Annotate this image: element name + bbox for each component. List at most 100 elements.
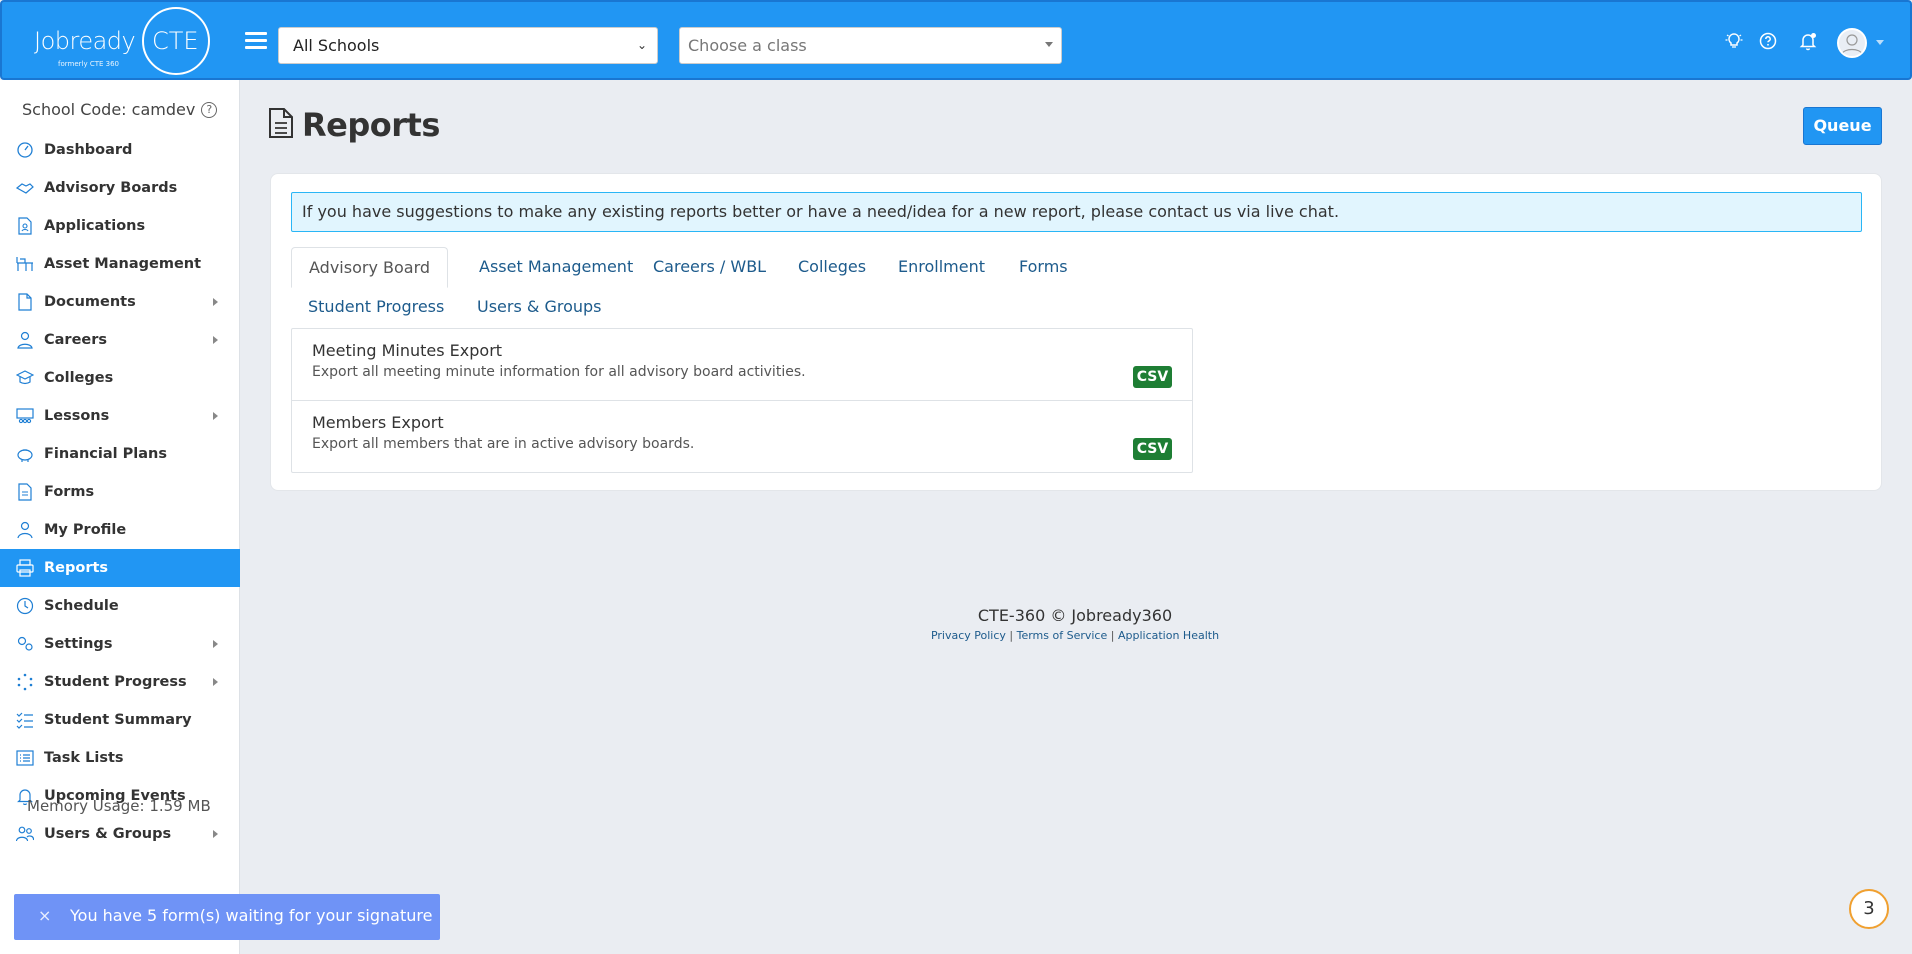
sidebar-item-task-lists[interactable]: Task Lists — [0, 739, 240, 777]
sidebar-item-label: My Profile — [44, 522, 127, 538]
chevron-right-icon — [213, 640, 218, 648]
close-icon[interactable]: × — [38, 906, 51, 925]
avatar-dropdown-caret-icon[interactable] — [1876, 40, 1884, 45]
caret-down-icon — [1045, 42, 1053, 47]
sidebar-item-label: Users & Groups — [44, 826, 172, 842]
school-select-value: All Schools — [293, 36, 380, 55]
sidebar-item-careers[interactable]: Careers — [0, 321, 240, 359]
sidebar-item-dashboard[interactable]: Dashboard — [0, 131, 240, 169]
sidebar-item-label: Settings — [44, 636, 113, 652]
sidebar-item-financial-plans[interactable]: Financial Plans — [0, 435, 240, 473]
footer: CTE-360 © Jobready360 Privacy Policy | T… — [870, 606, 1280, 642]
document-icon — [14, 291, 36, 313]
sidebar-item-student-summary[interactable]: Student Summary — [0, 701, 240, 739]
school-select[interactable]: All Schools ⌄ — [278, 27, 658, 64]
list-icon — [14, 747, 36, 769]
checklist-icon — [14, 709, 36, 731]
application-health-link[interactable]: Application Health — [1118, 629, 1219, 642]
reports-card: If you have suggestions to make any exis… — [270, 173, 1882, 491]
tab-users-groups[interactable]: Users & Groups — [460, 287, 619, 326]
footer-copyright: CTE-360 © Jobready360 — [977, 606, 1173, 625]
sidebar-item-label: Applications — [44, 218, 146, 234]
clock-icon — [14, 595, 36, 617]
help-circle-icon[interactable] — [1758, 31, 1778, 51]
csv-export-button[interactable]: CSV — [1133, 438, 1172, 460]
sidebar-item-users-groups[interactable]: Users & Groups — [0, 815, 240, 853]
sidebar-item-applications[interactable]: Applications — [0, 207, 240, 245]
chevron-right-icon — [213, 298, 218, 306]
sidebar-item-my-profile[interactable]: My Profile — [0, 511, 240, 549]
gears-icon — [14, 633, 36, 655]
user-tie-icon — [14, 329, 36, 351]
sidebar-item-settings[interactable]: Settings — [0, 625, 240, 663]
user-icon — [14, 519, 36, 541]
sidebar-item-label: Asset Management — [44, 256, 202, 272]
chevron-right-icon — [213, 830, 218, 838]
chat-badge[interactable]: 3 — [1849, 889, 1889, 929]
tab-advisory-board[interactable]: Advisory Board — [291, 247, 449, 288]
footer-separator: | — [1005, 629, 1017, 642]
sidebar-item-label: Documents — [44, 294, 136, 310]
sidebar-item-label: Student Summary — [44, 712, 192, 728]
report-item-meeting-minutes: Meeting Minutes Export Export all meetin… — [292, 329, 1192, 401]
graduation-cap-icon — [14, 367, 36, 389]
tab-enrollment[interactable]: Enrollment — [881, 247, 1002, 286]
sidebar-item-documents[interactable]: Documents — [0, 283, 240, 321]
memory-usage: Memory Usage: 1.59 MB — [27, 797, 211, 815]
file-person-icon — [14, 215, 36, 237]
logo-wordmark: Jobready — [34, 27, 136, 55]
printer-icon — [14, 557, 36, 579]
classroom-icon — [14, 405, 36, 427]
user-avatar[interactable] — [1837, 28, 1867, 58]
tab-forms[interactable]: Forms — [1002, 247, 1085, 286]
hamburger-menu-icon[interactable] — [245, 32, 267, 50]
terms-of-service-link[interactable]: Terms of Service — [1017, 629, 1108, 642]
sidebar-item-label: Forms — [44, 484, 95, 500]
lightbulb-icon[interactable] — [1724, 31, 1744, 51]
jobready-cte-logo[interactable]: Jobready CTE formerly CTE 360 — [32, 7, 212, 75]
sidebar-item-label: Dashboard — [44, 142, 133, 158]
logo-formerly: formerly CTE 360 — [58, 60, 119, 68]
tab-careers-wbl[interactable]: Careers / WBL — [636, 247, 783, 286]
sidebar-item-label: Advisory Boards — [44, 180, 178, 196]
sidebar-item-advisory-boards[interactable]: Advisory Boards — [0, 169, 240, 207]
question-circle-icon[interactable]: ? — [201, 101, 218, 118]
sidebar-item-label: Reports — [44, 560, 109, 576]
sidebar-item-reports[interactable]: Reports — [0, 549, 240, 587]
toast-message: You have 5 form(s) waiting for your sign… — [70, 906, 433, 925]
page-title: Reports — [302, 106, 440, 144]
document-icon — [268, 107, 294, 143]
school-code: School Code: camdev ? — [22, 100, 218, 119]
csv-export-button[interactable]: CSV — [1133, 366, 1172, 388]
school-code-label: School Code: camdev — [22, 100, 196, 119]
report-title: Meeting Minutes Export — [312, 341, 503, 360]
signature-toast[interactable]: × You have 5 form(s) waiting for your si… — [14, 894, 440, 940]
sidebar-item-label: Schedule — [44, 598, 119, 614]
top-navbar: Jobready CTE formerly CTE 360 All School… — [0, 0, 1912, 80]
piggy-bank-icon — [14, 443, 36, 465]
users-icon — [14, 823, 36, 845]
sidebar-item-asset-management[interactable]: Asset Management — [0, 245, 240, 283]
chevron-right-icon — [213, 336, 218, 344]
chevron-right-icon — [213, 678, 218, 686]
privacy-policy-link[interactable]: Privacy Policy — [931, 629, 1006, 642]
sidebar-item-label: Task Lists — [44, 750, 124, 766]
report-title: Members Export — [312, 413, 444, 432]
logo-cte: CTE — [152, 27, 199, 55]
sidebar-item-schedule[interactable]: Schedule — [0, 587, 240, 625]
sidebar-item-colleges[interactable]: Colleges — [0, 359, 240, 397]
chevron-down-icon: ⌄ — [636, 38, 647, 52]
page-header: Reports — [268, 106, 440, 144]
sidebar-item-lessons[interactable]: Lessons — [0, 397, 240, 435]
sidebar-item-student-progress[interactable]: Student Progress — [0, 663, 240, 701]
tab-asset-management[interactable]: Asset Management — [462, 247, 650, 286]
notification-bell-icon[interactable] — [1798, 31, 1818, 51]
sidebar-item-forms[interactable]: Forms — [0, 473, 240, 511]
footer-links: Privacy Policy | Terms of Service | Appl… — [870, 629, 1280, 642]
tab-colleges[interactable]: Colleges — [781, 247, 883, 286]
report-item-members: Members Export Export all members that a… — [292, 401, 1192, 473]
report-description: Export all members that are in active ad… — [312, 436, 695, 452]
class-select[interactable]: Choose a class — [679, 27, 1062, 64]
tab-student-progress[interactable]: Student Progress — [291, 287, 461, 326]
queue-button[interactable]: Queue — [1803, 107, 1882, 145]
